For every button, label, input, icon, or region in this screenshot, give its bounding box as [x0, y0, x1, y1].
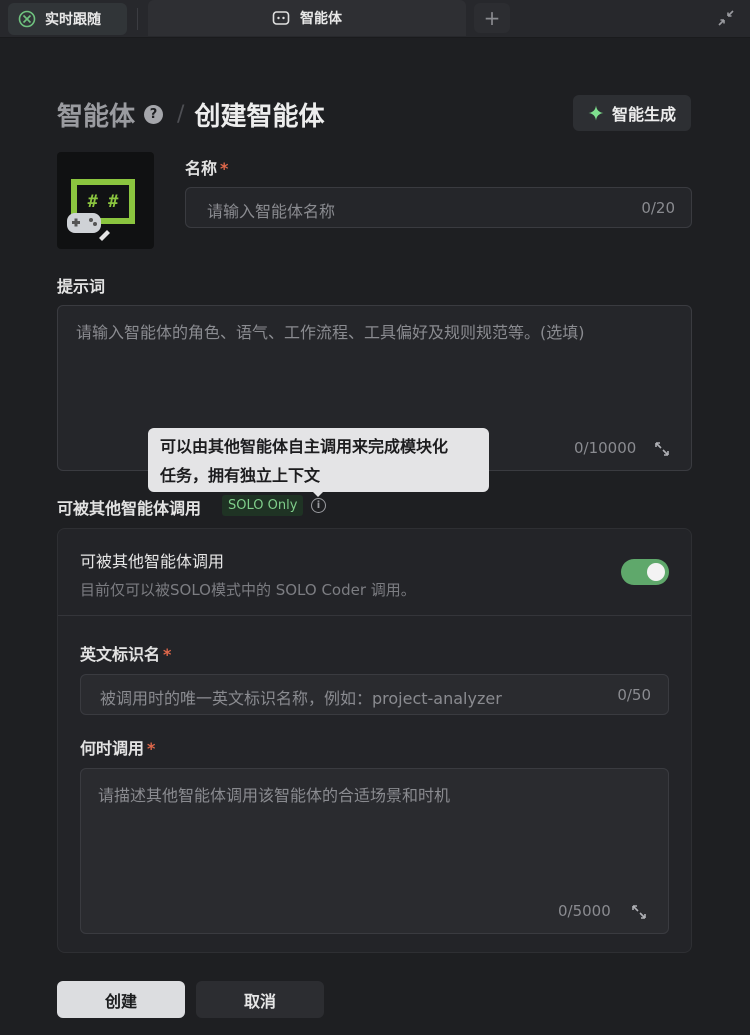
game-console-avatar: # #	[67, 179, 135, 241]
expand-icon[interactable]	[653, 440, 671, 458]
svg-text:# #: # #	[88, 192, 119, 212]
toggle-description: 目前仅可以被SOLO模式中的 SOLO Coder 调用。	[80, 581, 416, 599]
required-mark: *	[220, 159, 229, 178]
sparkle-icon	[588, 105, 604, 121]
ai-generate-label: 智能生成	[611, 105, 676, 124]
toggle-title: 可被其他智能体调用	[80, 552, 225, 571]
tab-realtime-follow[interactable]: 实时跟随	[8, 3, 127, 35]
identifier-input[interactable]: 被调用时的唯一英文标识名称，例如：project-analyzer 0/50	[80, 674, 669, 715]
tab-divider	[137, 8, 138, 30]
prompt-placeholder: 请输入智能体的角色、语气、工作流程、工具偏好及规则规范等。(选填)	[76, 323, 585, 342]
avatar[interactable]: # #	[57, 152, 154, 249]
name-placeholder: 请输入智能体名称	[207, 202, 336, 221]
tab-agent-label: 智能体	[300, 11, 342, 27]
prompt-label: 提示词	[57, 277, 106, 296]
tab-agent[interactable]: 智能体	[148, 0, 466, 36]
plus-icon: +	[483, 6, 501, 30]
when-label: 何时调用 *	[80, 735, 155, 759]
when-textarea[interactable]: 请描述其他智能体调用该智能体的合适场景和时机 0/5000	[80, 768, 669, 934]
panel-divider	[58, 615, 691, 616]
tooltip-arrow	[311, 490, 325, 497]
prompt-counter: 0/10000	[574, 439, 637, 457]
when-placeholder: 请描述其他智能体调用该智能体的合适场景和时机	[98, 786, 451, 805]
collapse-icon	[718, 10, 734, 26]
info-icon[interactable]: i	[311, 498, 326, 513]
tab-realtime-label: 实时跟随	[45, 12, 101, 28]
cancel-button[interactable]: 取消	[196, 981, 324, 1018]
collapse-button[interactable]	[712, 5, 740, 31]
expand-icon[interactable]	[630, 903, 648, 921]
breadcrumb-separator: /	[177, 101, 185, 127]
tooltip: 可以由其他智能体自主调用来完成模块化 任务，拥有独立上下文	[148, 428, 489, 492]
solo-only-badge: SOLO Only	[222, 495, 304, 516]
identifier-counter: 0/50	[617, 686, 651, 704]
create-button[interactable]: 创建	[57, 981, 185, 1018]
when-label-text: 何时调用	[80, 739, 145, 758]
tab-bar: 实时跟随 智能体 +	[0, 0, 750, 38]
page-title: 创建智能体	[194, 101, 325, 132]
breadcrumb: 智能体 ? / 创建智能体	[57, 96, 324, 132]
name-counter: 0/20	[641, 199, 675, 217]
breadcrumb-root[interactable]: 智能体	[57, 96, 135, 133]
name-label: 名称 *	[185, 155, 228, 179]
required-mark: *	[163, 645, 172, 664]
ai-generate-button[interactable]: 智能生成	[573, 95, 691, 131]
add-tab-button[interactable]: +	[474, 3, 510, 33]
toggle-knob	[647, 563, 665, 581]
realtime-follow-icon	[18, 10, 36, 28]
name-input[interactable]: 请输入智能体名称 0/20	[185, 187, 692, 228]
identifier-label-text: 英文标识名	[80, 645, 161, 664]
tooltip-line-2: 任务，拥有独立上下文	[160, 466, 321, 485]
robot-icon	[272, 11, 290, 25]
required-mark: *	[147, 739, 156, 758]
identifier-label: 英文标识名 *	[80, 641, 171, 665]
when-counter: 0/5000	[558, 902, 611, 920]
identifier-placeholder: 被调用时的唯一英文标识名称，例如：project-analyzer	[100, 689, 502, 708]
callable-section-label: 可被其他智能体调用	[57, 499, 202, 518]
help-icon[interactable]: ?	[144, 104, 164, 124]
tooltip-line-1: 可以由其他智能体自主调用来完成模块化	[160, 437, 449, 456]
name-label-text: 名称	[185, 159, 218, 178]
callable-toggle[interactable]	[621, 559, 669, 585]
